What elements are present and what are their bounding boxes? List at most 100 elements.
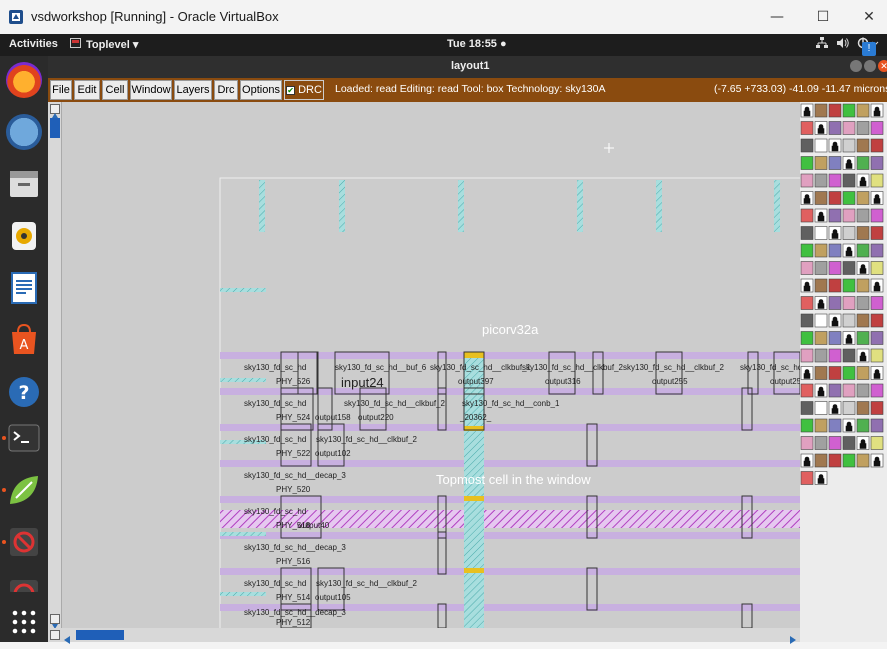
layer-swatch[interactable] xyxy=(828,156,842,170)
layer-swatch[interactable] xyxy=(814,173,828,188)
show-applications-icon[interactable] xyxy=(6,604,42,640)
firefox-icon[interactable] xyxy=(6,62,42,98)
layer-swatch[interactable] xyxy=(856,226,870,240)
scroll-left-icon[interactable] xyxy=(62,630,72,644)
scroll-down-icon[interactable] xyxy=(50,614,60,629)
notification-badge-icon[interactable]: ! xyxy=(862,42,876,56)
layer-swatch[interactable] xyxy=(856,313,870,328)
layer-swatch[interactable] xyxy=(800,436,814,450)
thunderbird-icon[interactable] xyxy=(6,114,42,150)
layer-swatch[interactable] xyxy=(800,243,814,258)
vertical-scroll-thumb[interactable] xyxy=(50,118,60,138)
layer-swatch[interactable] xyxy=(856,156,870,170)
layer-swatch[interactable] xyxy=(870,383,884,398)
menu-file[interactable]: File xyxy=(50,80,72,100)
layer-swatch[interactable] xyxy=(828,278,842,293)
layer-swatch[interactable] xyxy=(842,401,856,415)
layer-swatch[interactable] xyxy=(856,121,870,135)
layer-swatch[interactable] xyxy=(814,348,828,363)
network-icon[interactable] xyxy=(816,37,828,52)
layer-swatch[interactable] xyxy=(814,436,828,450)
layer-swatch[interactable] xyxy=(842,173,856,188)
layer-swatch[interactable] xyxy=(800,208,814,223)
volume-icon[interactable] xyxy=(836,37,849,52)
layer-swatch[interactable] xyxy=(814,226,828,240)
minimize-button[interactable]: — xyxy=(754,0,800,34)
layer-swatch[interactable] xyxy=(870,208,884,223)
menu-drc[interactable]: Drc xyxy=(214,80,238,100)
trash-icon[interactable] xyxy=(6,576,42,592)
layer-swatch[interactable] xyxy=(814,366,828,380)
layer-swatch[interactable] xyxy=(856,401,870,415)
layer-swatch[interactable] xyxy=(800,173,814,188)
rhythmbox-icon[interactable] xyxy=(6,218,42,254)
layer-swatch[interactable] xyxy=(828,243,842,258)
layer-swatch[interactable] xyxy=(842,313,856,328)
layer-swatch[interactable] xyxy=(814,191,828,205)
layer-swatch[interactable] xyxy=(800,313,814,328)
layer-swatch[interactable] xyxy=(856,453,870,468)
layer-swatch[interactable] xyxy=(870,156,884,170)
editor-icon[interactable] xyxy=(6,472,42,508)
layer-swatch[interactable] xyxy=(828,103,842,118)
layer-swatch[interactable] xyxy=(842,383,856,398)
layer-swatch[interactable] xyxy=(856,418,870,433)
menu-cell[interactable]: Cell xyxy=(102,80,128,100)
layer-swatch[interactable] xyxy=(828,453,842,468)
layer-swatch[interactable] xyxy=(842,278,856,293)
layer-swatch[interactable] xyxy=(828,383,842,398)
layer-swatch[interactable] xyxy=(856,103,870,118)
horizontal-scroll-thumb[interactable] xyxy=(76,630,124,640)
layer-swatch[interactable] xyxy=(828,436,842,450)
layer-swatch[interactable] xyxy=(800,401,814,415)
layer-swatch[interactable] xyxy=(828,121,842,135)
layer-swatch[interactable] xyxy=(856,296,870,310)
layer-swatch[interactable] xyxy=(842,436,856,450)
layout-canvas[interactable]: picorv32a input24 Topmost cell in the wi… xyxy=(62,102,800,628)
layer-swatch[interactable] xyxy=(800,418,814,433)
layer-swatch[interactable] xyxy=(856,191,870,205)
window-close-icon[interactable]: ✕ xyxy=(878,60,887,72)
layer-swatches[interactable] xyxy=(800,102,887,502)
scroll-up-icon[interactable] xyxy=(50,104,60,118)
layer-swatch[interactable] xyxy=(800,348,814,363)
layer-swatch[interactable] xyxy=(842,453,856,468)
layer-swatch[interactable] xyxy=(856,331,870,345)
layer-swatch[interactable] xyxy=(828,208,842,223)
layer-swatch[interactable] xyxy=(870,243,884,258)
layer-swatch[interactable] xyxy=(870,331,884,345)
layer-swatch[interactable] xyxy=(842,103,856,118)
layer-swatch[interactable] xyxy=(800,121,814,135)
layer-swatch[interactable] xyxy=(842,366,856,380)
layer-swatch[interactable] xyxy=(828,191,842,205)
layer-swatch[interactable] xyxy=(870,138,884,153)
layer-swatch[interactable] xyxy=(814,418,828,433)
layer-swatch[interactable] xyxy=(842,348,856,363)
layer-swatch[interactable] xyxy=(870,348,884,363)
layer-swatch[interactable] xyxy=(814,261,828,275)
layer-swatch[interactable] xyxy=(814,103,828,118)
layer-swatch[interactable] xyxy=(842,191,856,205)
drc-toggle[interactable]: ✔ DRC xyxy=(284,80,324,100)
layer-swatch[interactable] xyxy=(856,383,870,398)
layer-swatch[interactable] xyxy=(800,156,814,170)
software-center-icon[interactable]: A xyxy=(6,322,42,358)
layer-swatch[interactable] xyxy=(828,261,842,275)
layer-swatch[interactable] xyxy=(828,348,842,363)
layer-swatch[interactable] xyxy=(870,313,884,328)
layer-swatch[interactable] xyxy=(814,331,828,345)
layer-swatch[interactable] xyxy=(828,366,842,380)
clock[interactable]: Tue 18:55 ● xyxy=(447,38,507,50)
layer-swatch[interactable] xyxy=(814,453,828,468)
layer-swatch[interactable] xyxy=(800,331,814,345)
layer-swatch[interactable] xyxy=(814,156,828,170)
writer-icon[interactable] xyxy=(6,270,42,306)
layer-swatch[interactable] xyxy=(814,243,828,258)
layer-swatch[interactable] xyxy=(870,173,884,188)
layer-swatch[interactable] xyxy=(870,296,884,310)
layer-swatch[interactable] xyxy=(842,121,856,135)
layer-swatch[interactable] xyxy=(856,366,870,380)
layer-swatch[interactable] xyxy=(828,331,842,345)
layer-swatch[interactable] xyxy=(870,418,884,433)
layer-swatch[interactable] xyxy=(828,418,842,433)
